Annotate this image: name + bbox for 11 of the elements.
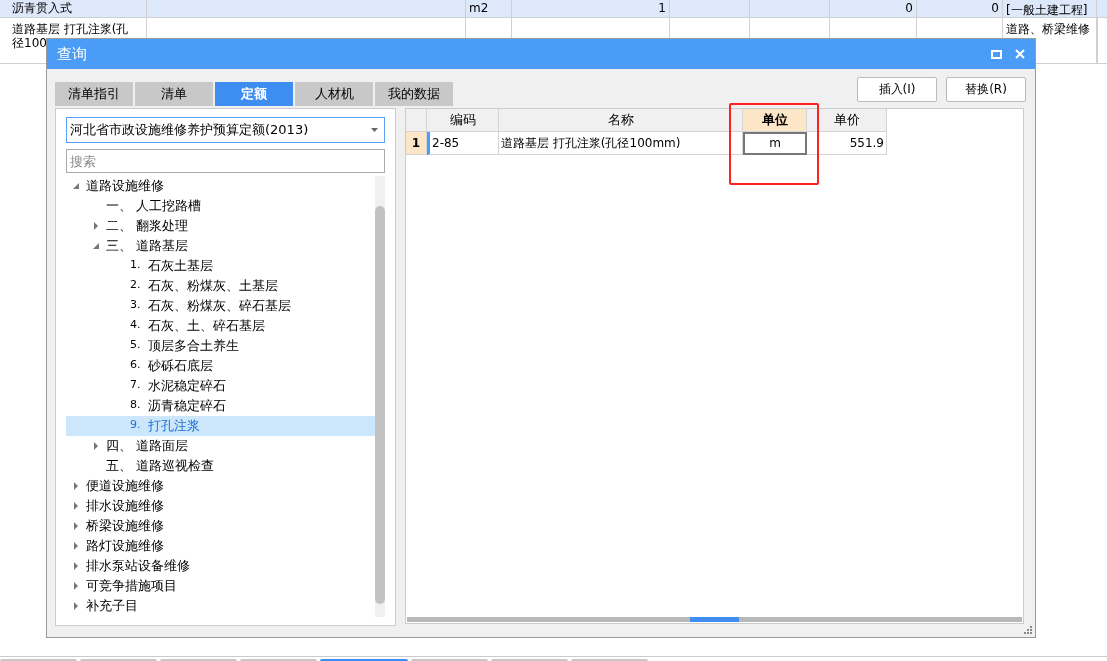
table-cell: 道路基层 打孔注浆(孔径100mm) <box>499 132 743 155</box>
table-cell: m2 <box>466 0 512 17</box>
table-cell: 0 <box>917 0 1003 17</box>
table-cell: 0 <box>830 0 917 17</box>
table-cell: 沥青贯入式 <box>0 0 147 17</box>
table-cell: 551.9 <box>807 132 887 155</box>
dialog-title: 查询 <box>57 44 87 64</box>
table-cell: 2-85 <box>427 132 499 155</box>
table-cell: 1 <box>512 0 670 17</box>
table-cell: m <box>743 132 807 155</box>
table-cell: [一般土建工程] <box>1003 0 1097 17</box>
